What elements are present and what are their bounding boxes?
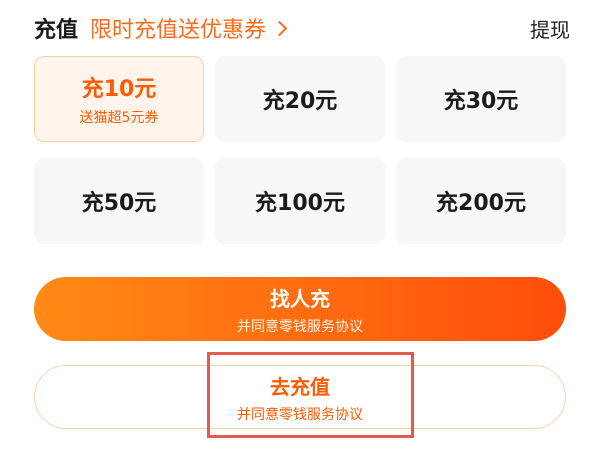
button-label: 去充值 bbox=[270, 374, 330, 399]
chevron-right-icon bbox=[271, 20, 288, 36]
amount-label: 充50元 bbox=[81, 191, 157, 216]
amount-label: 充100元 bbox=[255, 191, 345, 216]
amount-label: 充200元 bbox=[436, 191, 526, 216]
header: 充值 限时充值送优惠券 提现 bbox=[34, 10, 570, 46]
amount-label: 充10元 bbox=[81, 77, 157, 102]
amount-option-20[interactable]: 充20元 bbox=[215, 56, 385, 142]
amount-label: 充30元 bbox=[443, 89, 519, 114]
promo-text: 限时充值送优惠券 bbox=[90, 18, 267, 43]
amount-option-50[interactable]: 充50元 bbox=[34, 158, 204, 244]
promo-link[interactable]: 限时充值送优惠券 bbox=[90, 12, 288, 44]
find-person-recharge-button[interactable]: 找人充 并同意零钱服务协议 bbox=[34, 277, 566, 341]
amount-option-10[interactable]: 充10元 送猫超5元券 bbox=[34, 56, 204, 142]
button-label: 找人充 bbox=[270, 286, 330, 311]
agreement-note: 并同意零钱服务协议 bbox=[237, 318, 363, 335]
amount-bonus: 送猫超5元券 bbox=[79, 110, 159, 126]
recharge-button[interactable]: 去充值 并同意零钱服务协议 bbox=[34, 365, 566, 429]
withdraw-link[interactable]: 提现 bbox=[530, 14, 570, 43]
agreement-note: 并同意零钱服务协议 bbox=[237, 406, 363, 423]
amount-label: 充20元 bbox=[262, 89, 338, 114]
recharge-page: 充值 限时充值送优惠券 提现 充10元 送猫超5元券 充20元 充30元 充50… bbox=[0, 0, 600, 450]
amount-option-100[interactable]: 充100元 bbox=[215, 158, 385, 244]
amount-option-30[interactable]: 充30元 bbox=[396, 56, 566, 142]
page-title: 充值 bbox=[34, 18, 79, 43]
amount-option-200[interactable]: 充200元 bbox=[396, 158, 566, 244]
